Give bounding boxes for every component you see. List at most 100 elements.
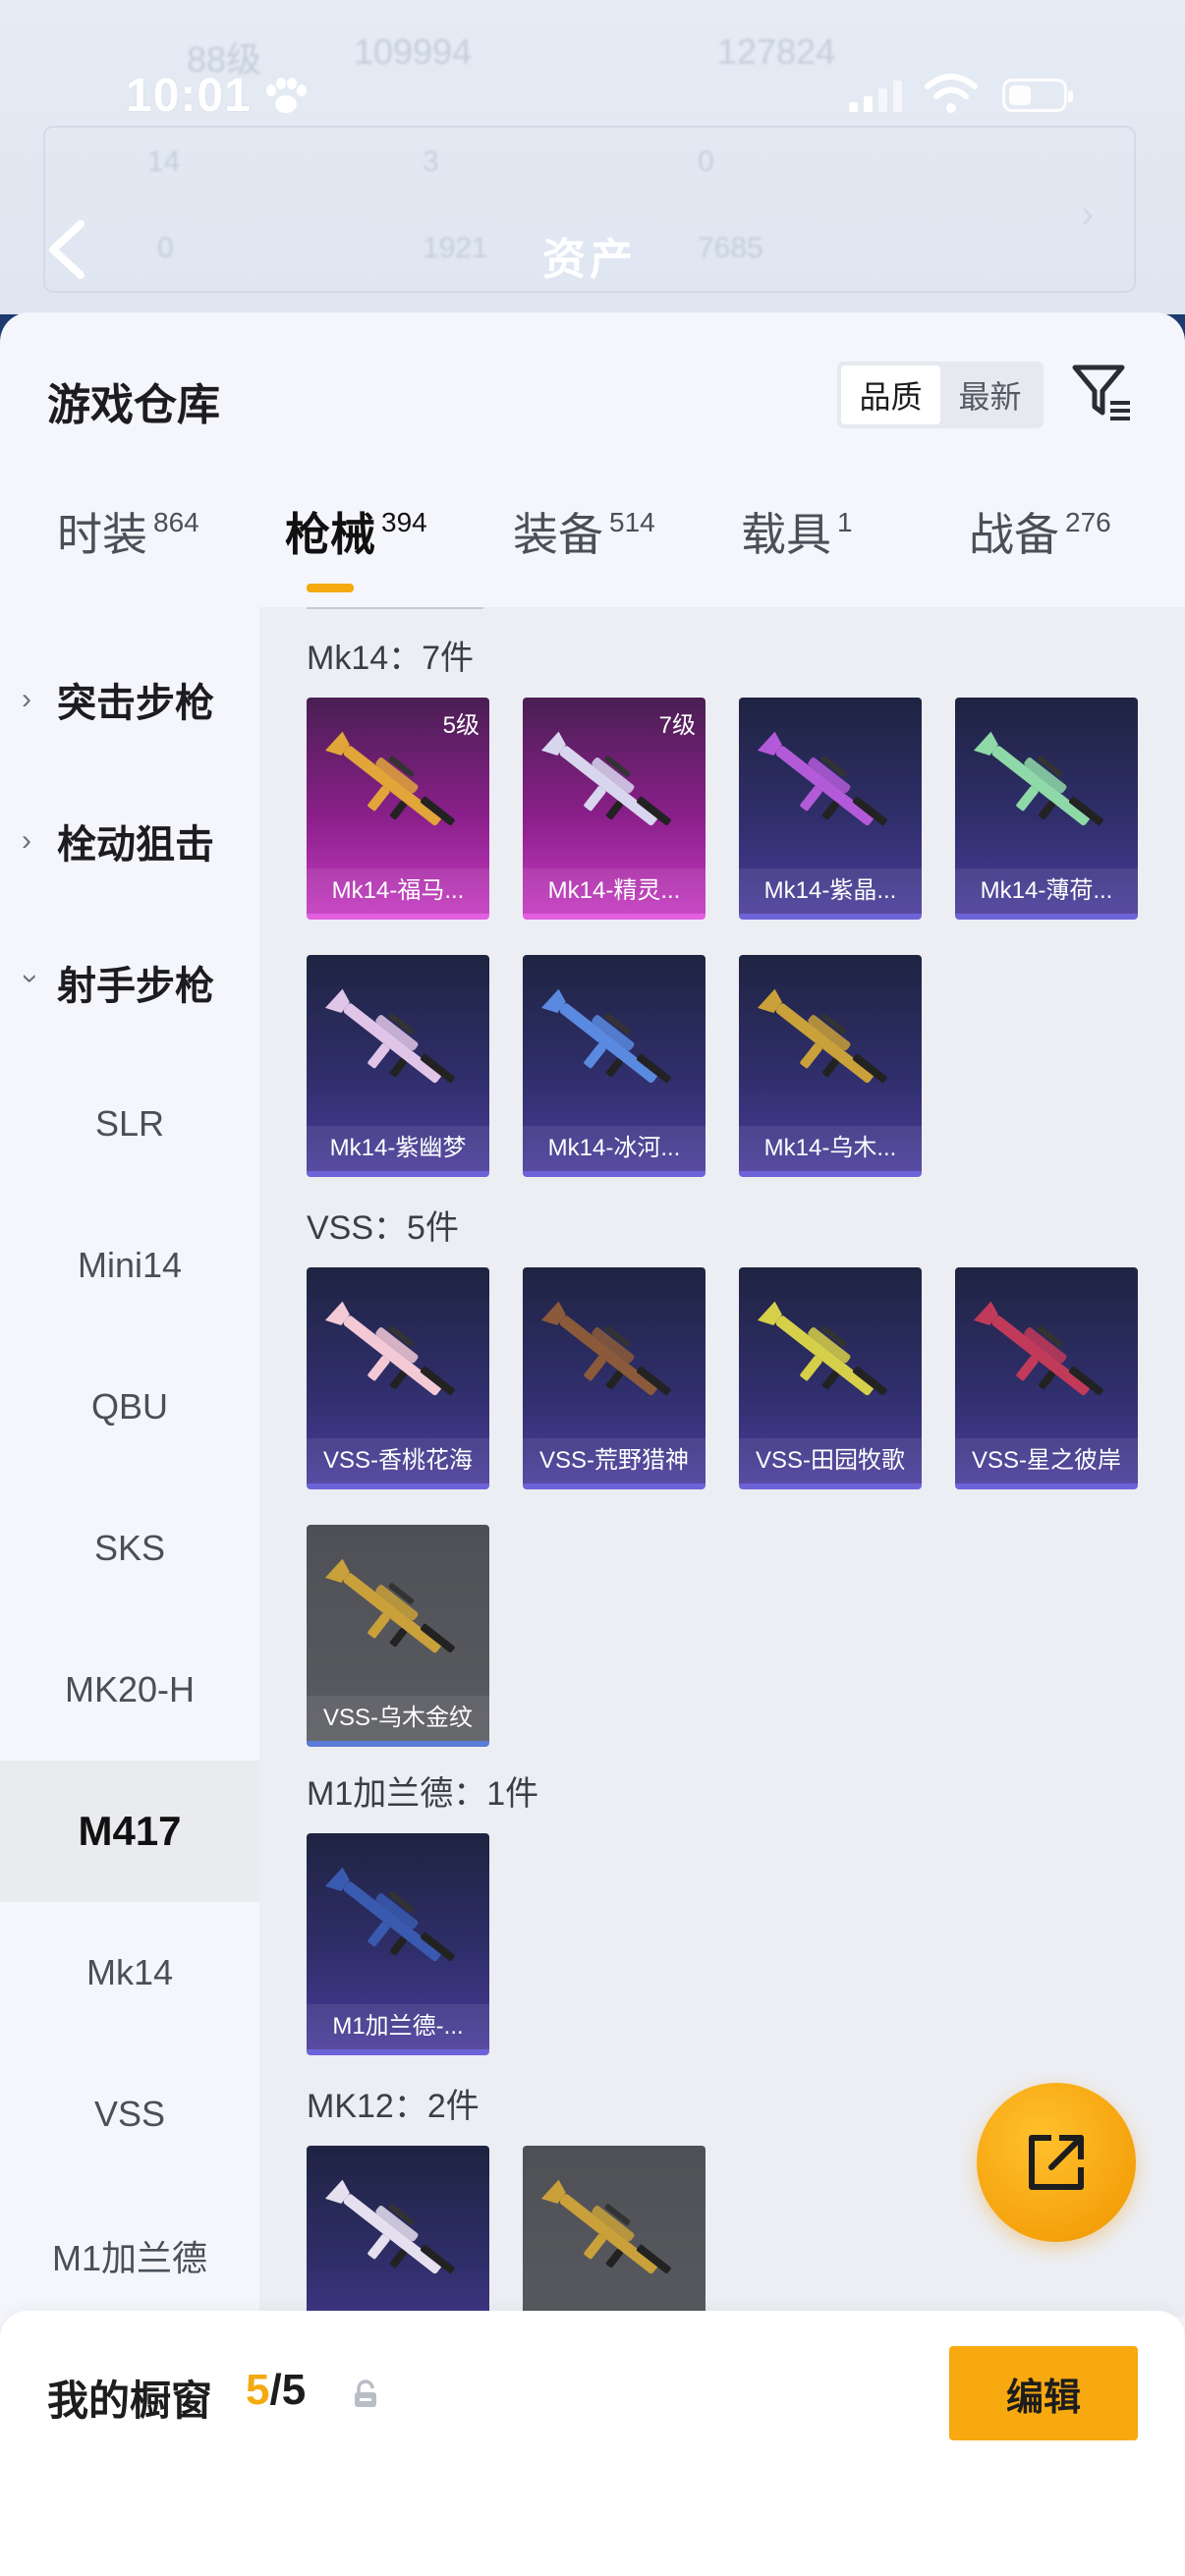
showcase-total: /5 [269,2366,307,2414]
sidebar-item-mk14[interactable]: Mk14 [0,1902,259,2044]
back-icon[interactable] [43,218,90,281]
warehouse-sheet: 游戏仓库 品质 最新 时装 864 枪械 394 装备 514 载具 1 战备 [0,312,1185,2576]
paw-icon [266,78,307,113]
weapon-name: Mk14-薄荷... [955,868,1138,914]
edit-button[interactable]: 编辑 [949,2346,1138,2440]
weapon-card[interactable]: VSS-乌木金纹 [307,1525,489,1747]
share-button[interactable] [977,2083,1136,2242]
showcase-title: 我的橱窗 [47,2378,213,2424]
wifi-icon [925,74,978,113]
tab-count: 1 [837,507,853,537]
weapon-card[interactable]: Mk14-紫晶... [739,698,922,920]
blurred-stat: 3 [423,145,439,178]
weapon-card[interactable]: Mk14-薄荷... [955,698,1138,920]
tab-count: 276 [1065,507,1111,537]
weapon-card[interactable]: VSS-香桃花海 [307,1267,489,1489]
rifle-icon [757,731,887,826]
sidebar-item-slr[interactable]: SLR [0,1053,259,1195]
section-title: MK12：2件 [307,2088,480,2125]
chevron-right-icon: › [22,824,31,857]
weapon-name: VSS-香桃花海 [307,1438,489,1484]
rifle-icon [540,1301,671,1396]
sheet-title: 游戏仓库 [47,381,220,429]
weapon-card[interactable]: Mk14-冰河... [523,955,705,1177]
weapon-name: Mk14-紫幽梦 [307,1126,489,1171]
sidebar-item-m417[interactable]: M417 [0,1761,259,1902]
chevron-down-icon: › [15,974,47,983]
sidebar-item-sks[interactable]: SKS [0,1478,259,1619]
sidebar-item-vss[interactable]: VSS [0,2044,259,2185]
status-time: 10:01 [126,70,252,122]
sort-toggle[interactable]: 品质 最新 [837,362,1044,428]
rifle-icon [973,1301,1103,1396]
sidebar-group-label: 突击步枪 [57,682,214,725]
weapon-name: Mk14-乌木... [739,1126,922,1171]
blurred-stat: 14 [147,145,181,178]
sidebar-item-m1-garand[interactable]: M1加兰德 [0,2185,259,2326]
level-badge: 5级 [442,712,480,739]
blurred-number: 127824 [717,31,836,72]
weapon-name: Mk14-福马... [307,868,489,914]
blurred-stat: 0 [698,145,714,178]
weapon-card[interactable]: 7级 Mk14-精灵... [523,698,705,920]
rifle-icon [540,731,671,826]
weapon-card[interactable]: M1加兰德-... [307,1833,489,2055]
tab-fashion[interactable]: 时装 864 [57,495,199,593]
weapon-card[interactable] [307,2146,489,2317]
weapon-type-sidebar: › 突击步枪 › 栓动狙击 › 射手步枪 SLR Mini14 QBU SKS … [0,607,259,2317]
external-link-icon [1029,2135,1084,2190]
filter-icon[interactable] [1069,360,1134,424]
active-tab-indicator [307,584,354,592]
sidebar-group-assault-rifle[interactable]: › 突击步枪 [0,629,259,770]
lock-icon [355,2380,376,2407]
weapon-card[interactable]: 5级 Mk14-福马... [307,698,489,920]
sidebar-group-marksman-rifle[interactable]: › 射手步枪 [0,912,259,1053]
blurred-number: 109994 [354,31,473,72]
weapon-card[interactable]: Mk14-紫幽梦 [307,955,489,1177]
page-title: 资产 [542,236,637,284]
weapon-card[interactable]: VSS-星之彼岸 [955,1267,1138,1489]
weapon-card[interactable]: VSS-田园牧歌 [739,1267,922,1489]
sidebar-group-label: 射手步枪 [57,965,214,1008]
level-badge: 7级 [658,712,696,739]
blurred-stat: 0 [157,232,174,264]
chevron-right-icon: › [22,683,31,715]
rifle-icon [324,2179,455,2274]
sidebar-group-bolt-sniper[interactable]: › 栓动狙击 [0,770,259,912]
section-title: Mk14：7件 [307,640,475,677]
tab-battle-gear[interactable]: 战备 276 [969,495,1111,593]
tab-label: 战备 [969,509,1059,560]
rifle-icon [324,988,455,1084]
weapon-name: VSS-荒野猎神 [523,1438,705,1484]
tab-label: 装备 [513,509,603,560]
weapon-name: VSS-星之彼岸 [955,1438,1138,1484]
tab-label: 载具 [741,509,831,560]
sidebar-item-mini14[interactable]: Mini14 [0,1195,259,1336]
sidebar-item-mk20h[interactable]: MK20-H [0,1619,259,1761]
rifle-icon [973,731,1103,826]
sidebar-item-qbu[interactable]: QBU [0,1336,259,1478]
rifle-icon [757,988,887,1084]
sort-option-newest[interactable]: 最新 [940,365,1040,424]
showcase-current: 5 [246,2366,270,2414]
weapon-name: VSS-乌木金纹 [307,1696,489,1741]
weapon-card[interactable]: Mk14-乌木... [739,955,922,1177]
tab-count: 394 [381,507,427,537]
rifle-icon [540,988,671,1084]
divider [307,607,483,609]
weapon-card[interactable]: VSS-荒野猎神 [523,1267,705,1489]
sort-option-quality[interactable]: 品质 [841,365,940,424]
tab-count: 514 [609,507,655,537]
rifle-icon [540,2179,671,2274]
showcase-count: 5/5 [246,2366,306,2415]
tab-label: 时装 [57,509,147,560]
weapon-card[interactable] [523,2146,705,2317]
weapon-name: M1加兰德-... [307,2004,489,2049]
weapon-name: Mk14-紫晶... [739,868,922,914]
tab-firearms[interactable]: 枪械 394 [285,495,427,593]
rifle-icon [757,1301,887,1396]
weapon-name: Mk14-冰河... [523,1126,705,1171]
blurred-stat: 7685 [698,232,763,264]
tab-vehicles[interactable]: 载具 1 [741,495,853,593]
tab-equipment[interactable]: 装备 514 [513,495,655,593]
